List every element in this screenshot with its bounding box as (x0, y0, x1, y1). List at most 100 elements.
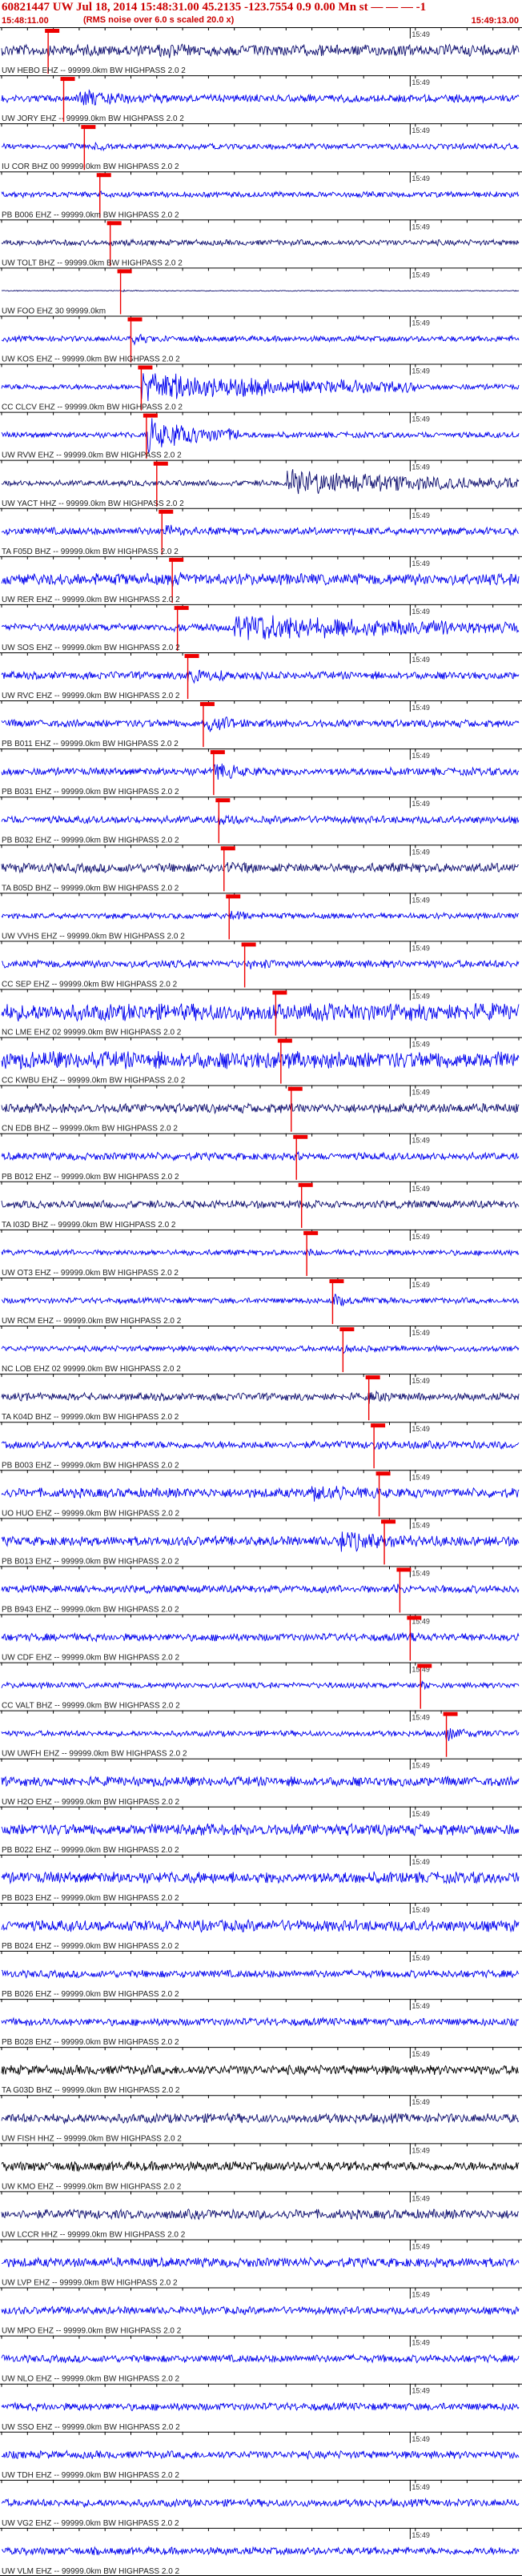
trace-28: 15:49 TA K04D BHZ -- 99999.0km BW HIGHPAS… (0, 1374, 522, 1422)
station-label: UW VLM EHZ -- 99999.0km BW HIGHPASS 2.0 … (2, 2567, 180, 2576)
trace-51: 15:49 UW VG2 EHZ -- 99999.0km BW HIGHPASS… (0, 2479, 522, 2528)
station-label: PB B028 EHZ -- 99999.0km BW HIGHPASS 2.0… (2, 2038, 179, 2047)
tick-label: 15:49 (412, 367, 430, 375)
trace-13: 15:49 UW RVC EHZ -- 99999.0km BW HIGHPASS… (0, 652, 522, 700)
tick-label: 15:49 (412, 2098, 430, 2106)
waveform (1, 2112, 520, 2125)
waveform (1, 1823, 520, 1837)
station-label: UW JORY EHZ -- 99999.0km BW HIGHPASS 2.0… (2, 114, 184, 123)
trace-49: 15:49 UW SSO EHZ -- 99999.0km BW HIGHPASS… (0, 2383, 522, 2432)
trace-3: 15:49 PB B006 EHZ -- 99999.0km BW HIGHPAS… (0, 171, 522, 219)
waveform (1, 1728, 520, 1741)
pick-flag (407, 1615, 422, 1620)
tick-label: 15:49 (412, 1810, 430, 1818)
station-label: UW LVP EHZ -- 99999.0km BW HIGHPASS 2.0 … (2, 2279, 178, 2288)
station-label: PB B022 EHZ -- 99999.0km BW HIGHPASS 2.0… (2, 1846, 179, 1855)
tick-label: 15:49 (412, 704, 430, 712)
station-label: NC LME EHZ 02 99999.0km BW HIGHPASS 2.0 … (2, 1029, 182, 1037)
station-label: TA F05D BHZ -- 99999.0km BW HIGHPASS 2.0… (2, 548, 179, 556)
trace-41: 15:49 PB B028 EHZ -- 99999.0km BW HIGHPAS… (0, 1999, 522, 2047)
tick-label: 15:49 (412, 560, 430, 568)
waveform (1, 1248, 520, 1257)
pick-flag (375, 1471, 391, 1476)
waveform (1, 572, 520, 587)
tick-label: 15:49 (412, 319, 430, 327)
pick-flag (339, 1327, 355, 1332)
station-label: PB B943 EHZ -- 99999.0km BW HIGHPASS 2.0… (2, 1605, 179, 1614)
trace-39: 15:49 PB B024 EHZ -- 99999.0km BW HIGHPAS… (0, 1902, 522, 1951)
trace-22: 15:49 CN EDB BHZ -- 99999.0km BW HIGHPASS… (0, 1085, 522, 1134)
event-title: 60821447 UW Jul 18, 2014 15:48:31.00 45.… (2, 1, 427, 14)
trace-25: 15:49 UW OT3 EHZ -- 99999.0km BW HIGHPASS… (0, 1229, 522, 1278)
station-label: UW NLO EHZ -- 99999.0km BW HIGHPASS 2.0 … (2, 2375, 180, 2384)
pick-flag (272, 990, 287, 995)
trace-30: 15:49 UO HUO EHZ -- 99999.0km BW HIGHPASS… (0, 1470, 522, 1518)
pick-flag (215, 798, 231, 803)
station-label: PB B023 EHZ -- 99999.0km BW HIGHPASS 2.0… (2, 1894, 179, 1903)
pick-flag (60, 77, 75, 82)
station-label: CC CLCV EHZ -- 99999.0km BW HIGHPASS 2.0… (2, 403, 183, 412)
pick-flag (396, 1567, 412, 1572)
trace-15: 15:49 PB B031 EHZ -- 99999.0km BW HIGHPAS… (0, 748, 522, 796)
end-time: 15:49:13.00 (471, 16, 519, 26)
waveform (1, 469, 520, 495)
waveform (1, 2401, 520, 2413)
tick-label: 15:49 (412, 1377, 430, 1385)
trace-11: 15:49 UW RER EHZ -- 99999.0km BW HIGHPASS… (0, 556, 522, 604)
scaling-note: (RMS noise over 6.0 s scaled 20.0 x) (83, 15, 235, 25)
station-label: UW OT3 EHZ -- 99999.0km BW HIGHPASS 2.0 … (2, 1269, 179, 1278)
station-label: PB B006 EHZ -- 99999.0km BW HIGHPASS 2.0… (2, 211, 179, 219)
trace-34: 15:49CC VALT BHZ -- 99999.0km BW HIGHPAS… (0, 1662, 522, 1711)
trace-35: 15:49 UW UWFH EHZ -- 99999.0km BW HIGHPAS… (0, 1710, 522, 1759)
tick-label: 15:49 (412, 1762, 430, 1770)
station-label: CC KWBU EHZ -- 99999.0km BW HIGHPASS 2.0… (2, 1077, 186, 1085)
station-label: UW UWFH EHZ -- 99999.0km BW HIGHPASS 2.0… (2, 1750, 187, 1759)
waveform (1, 2450, 520, 2461)
pick-flag (210, 750, 225, 755)
pick-flag (371, 1423, 386, 1428)
tick-label: 15:49 (412, 1137, 430, 1145)
station-label: UW FISH HHZ -- 99999.0km BW HIGHPASS 2.0… (2, 2134, 182, 2143)
tick-label: 15:49 (412, 1185, 430, 1193)
trace-50: 15:49 UW TDH EHZ -- 99999.0km BW HIGHPASS… (0, 2431, 522, 2480)
pick-flag (293, 1134, 308, 1139)
station-label: UW MPO EHZ -- 99999.0km BW HIGHPASS 2.0 … (2, 2327, 182, 2336)
pick-flag (241, 942, 256, 947)
station-label: UO HUO EHZ -- 99999.0km BW HIGHPASS 2.0 … (2, 1509, 180, 1518)
tick-label: 15:49 (412, 1281, 430, 1289)
trace-10: 15:49 TA F05D BHZ -- 99999.0km BW HIGHPAS… (0, 508, 522, 556)
station-label: UW RER EHZ -- 99999.0km BW HIGHPASS 2.0 … (2, 596, 180, 604)
pick-flag (45, 29, 60, 33)
pick-flag (329, 1278, 344, 1283)
trace-8: 15:49 UW RVW EHZ -- 99999.0km BW HIGHPASS… (0, 411, 522, 460)
waveform (1, 716, 520, 732)
pick-flag (303, 1230, 319, 1235)
waveform (1, 2208, 520, 2221)
tick-label: 15:49 (412, 271, 430, 279)
trace-33: 15:49UW CDF EHZ -- 99999.0km BW HIGHPASS… (0, 1614, 522, 1663)
waveform (1, 958, 520, 969)
station-label: UW YACT HHZ -- 99999.0km BW HIGHPASS 2.0… (2, 500, 184, 508)
station-label: PB B032 EHZ -- 99999.0km BW HIGHPASS 2.0… (2, 836, 179, 845)
station-label: UW RVC EHZ -- 99999.0km BW HIGHPASS 2.0 … (2, 692, 180, 700)
waveform (1, 1150, 520, 1162)
trace-45: 15:49 UW LCCR HHZ -- 99999.0km BW HIGHPAS… (0, 2191, 522, 2239)
station-label: PB B031 EHZ -- 99999.0km BW HIGHPASS 2.0… (2, 788, 179, 796)
pick-flag (226, 894, 241, 899)
trace-7: 15:49 CC CLCV EHZ -- 99999.0km BW HIGHPAS… (0, 363, 522, 412)
waveform (1, 1775, 520, 1788)
waveform (1, 910, 520, 921)
trace-37: 15:49 PB B022 EHZ -- 99999.0km BW HIGHPAS… (0, 1806, 522, 1855)
tick-label: 15:49 (412, 1521, 430, 1529)
pick-flag (96, 173, 111, 178)
pick-flag (106, 221, 122, 226)
trace-31: 15:49 PB B013 EHZ -- 99999.0km BW HIGHPAS… (0, 1518, 522, 1566)
tick-label: 15:49 (412, 800, 430, 808)
trace-42: 15:49 TA G03D BHZ -- 99999.0km BW HIGHPAS… (0, 2047, 522, 2095)
waveform (1, 333, 520, 347)
station-label: UW TDH EHZ -- 99999.0km BW HIGHPASS 2.0 … (2, 2471, 179, 2480)
station-label: UW SSO EHZ -- 99999.0km BW HIGHPASS 2.0 … (2, 2423, 180, 2432)
pick-flag (298, 1182, 313, 1187)
pick-flag (169, 557, 184, 562)
tick-label: 15:49 (412, 415, 430, 423)
